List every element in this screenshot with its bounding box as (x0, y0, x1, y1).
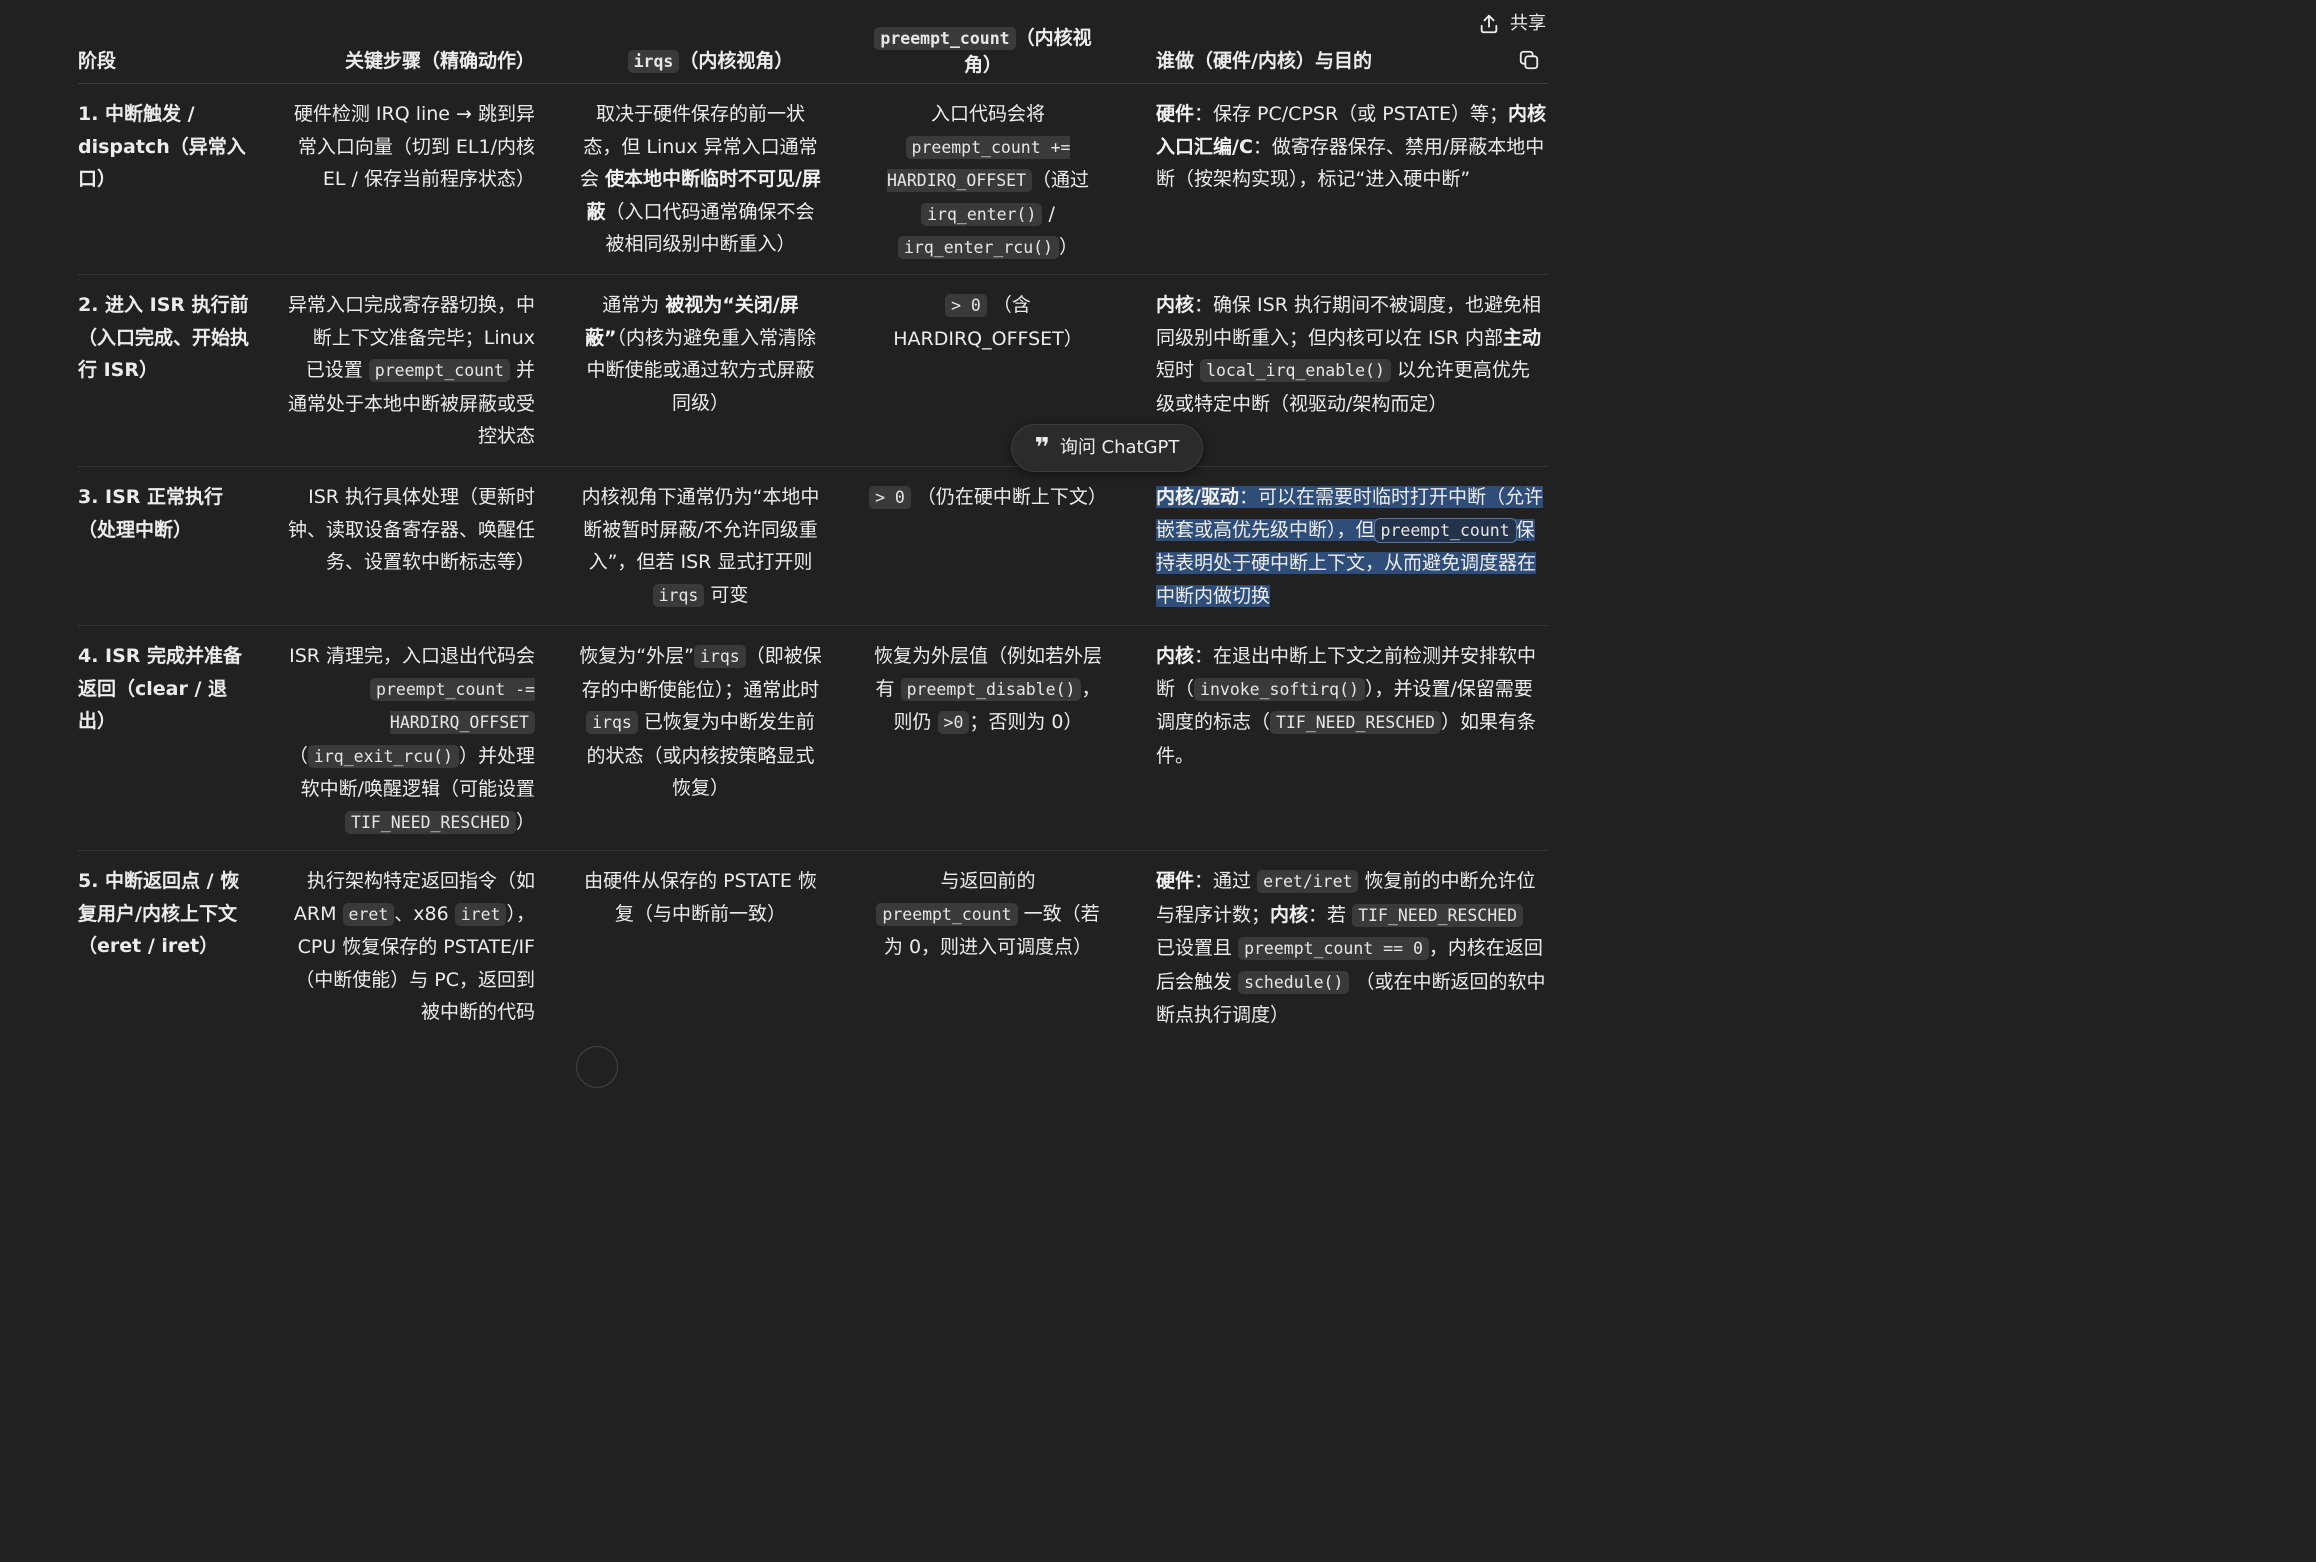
table-row: 2. 进入 ISR 执行前（入口完成、开始执行 ISR） 异常入口完成寄存器切换… (78, 275, 1548, 467)
preempt-cell: 恢复为外层值（例如若外层有 preempt_disable() ，则仍 >0 ；否则… (873, 645, 1102, 734)
purpose-cell: 硬件：通过 eret/iret 恢复前的中断允许位与程序计数；内核：若 TIF_… (1156, 870, 1546, 1026)
table-header: 阶段 关键步骤（精确动作） irqs （内核视角） preempt_count （内… (78, 0, 1548, 84)
interrupt-stage-table: 阶段 关键步骤（精确动作） irqs （内核视角） preempt_count （内… (78, 0, 1548, 1061)
purpose-cell: 内核：在退出中断上下文之前检测并安排软中断（ invoke_softirq()），… (1156, 645, 1537, 767)
purpose-cell-selected[interactable]: 内核/驱动：可以在需要时临时打开中断（允许嵌套或高优先级中断），但 preempt… (1156, 481, 1548, 612)
header-who-and-purpose: 谁做（硬件/内核）与目的 (1156, 50, 1372, 72)
table-row: 1. 中断触发 / dispatch（异常入口） 硬件检测 IRQ line →… (78, 84, 1548, 275)
irqs-cell: 由硬件从保存的 PSTATE 恢复（与中断前一致） (584, 870, 817, 925)
irqs-cell: 取决于硬件保存的前一状态，但 Linux 异常入口通常会 使本地中断临时不可见/… (579, 103, 821, 255)
preempt-cell: > 0 （仍在硬中断上下文） (868, 481, 1108, 515)
table-row: 5. 中断返回点 / 恢复用户/内核上下文（eret / iret） 执行架构特… (78, 851, 1548, 1061)
ask-chatgpt-label: 询问 ChatGPT (1059, 436, 1180, 458)
preempt-cell: 入口代码会将 preempt_count += HARDIRQ_OFFSET （通… (886, 103, 1090, 259)
header-stage: 阶段 (78, 50, 117, 72)
stage-cell: 2. 进入 ISR 执行前（入口完成、开始执行 ISR） (78, 294, 250, 381)
stage-cell: 3. ISR 正常执行（处理中断） (78, 486, 224, 541)
steps-cell: 执行架构特定返回指令（如 ARM eret 、x86 iret ），CPU 恢复保存… (293, 870, 535, 1023)
ask-chatgpt-button[interactable]: ❞ 询问 ChatGPT (1011, 424, 1203, 472)
header-preempt-count: preempt_count （内核视角） (868, 25, 1098, 78)
purpose-cell: 硬件：保存 PC/CPSR（或 PSTATE）等；内核入口汇编/C：做寄存器保存… (1156, 103, 1547, 190)
steps-cell: ISR 清理完，入口退出代码会 preempt_count -= HARDIRQ… (288, 645, 535, 834)
purpose-cell: 内核：确保 ISR 执行期间不被调度，也避免相同级别中断重入；但内核可以在 IS… (1156, 294, 1541, 415)
steps-cell: ISR 执行具体处理（更新时钟、读取设备寄存器、唤醒任务、设置软中断标志等） (288, 486, 536, 573)
preempt-cell: 与返回前的 preempt_count 一致（若为 0，则进入可调度点） (868, 865, 1108, 964)
irqs-cell: 内核视角下通常仍为“本地中断被暂时屏蔽/不允许同级重入”，但若 ISR 显式打开… (581, 486, 820, 607)
steps-cell: 硬件检测 IRQ line → 跳到异常入口向量（切到 EL1/内核 EL / … (293, 103, 535, 190)
header-key-steps: 关键步骤（精确动作） (344, 50, 535, 72)
quote-icon: ❞ (1034, 433, 1050, 463)
table-row: 3. ISR 正常执行（处理中断） ISR 执行具体处理（更新时钟、读取设备寄存… (78, 467, 1548, 626)
irqs-cell: 恢复为“外层” irqs （即被保存的中断使能位）；通常此时 irqs 已恢复为中断… (579, 645, 822, 799)
preempt-cell: > 0 （含 HARDIRQ_OFFSET） (893, 294, 1083, 350)
stage-cell: 4. ISR 完成并准备返回（clear / 退出） (78, 645, 243, 732)
table-row: 4. ISR 完成并准备返回（clear / 退出） ISR 清理完，入口退出代… (78, 626, 1548, 851)
steps-cell: 异常入口完成寄存器切换，中断上下文准备完毕；Linux 已设置 preempt_… (288, 294, 536, 447)
stage-cell: 5. 中断返回点 / 恢复用户/内核上下文（eret / iret） (78, 870, 240, 957)
scroll-down-button[interactable] (576, 1046, 618, 1088)
stage-cell: 1. 中断触发 / dispatch（异常入口） (78, 103, 246, 190)
header-irqs: irqs （内核视角） (578, 48, 843, 75)
irqs-cell: 通常为 被视为“关闭/屏蔽”（内核为避免重入常清除中断使能或通过软方式屏蔽同级） (584, 294, 816, 414)
